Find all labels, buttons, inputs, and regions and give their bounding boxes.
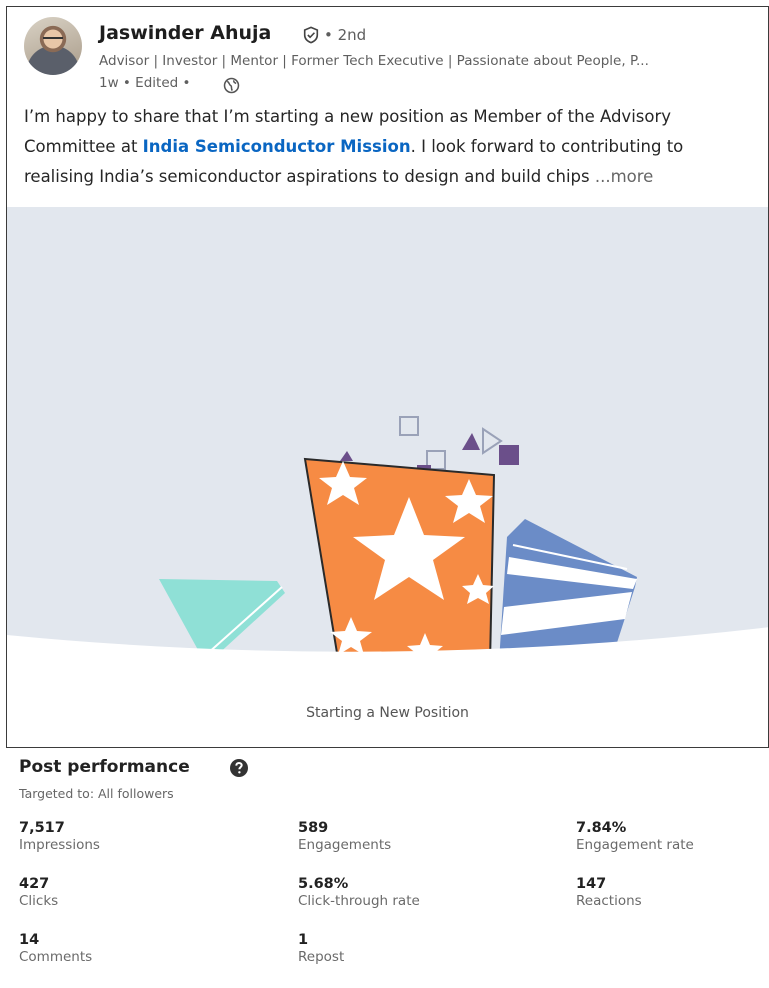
avatar[interactable] xyxy=(24,17,82,75)
metric-label: Click-through rate xyxy=(298,893,420,909)
metric-label: Engagements xyxy=(298,837,392,853)
metric-repost: 1 Repost xyxy=(298,932,538,965)
metric-value: 7,517 xyxy=(19,820,65,836)
help-circle-icon[interactable] xyxy=(229,758,249,778)
see-more-link[interactable]: ...more xyxy=(595,167,653,186)
metric-value: 427 xyxy=(19,876,50,892)
metric-value: 589 xyxy=(298,820,329,836)
metric-engagement-rate: 7.84% Engagement rate xyxy=(576,820,769,853)
globe-icon xyxy=(223,77,240,94)
post-performance-title: Post performance xyxy=(19,757,190,777)
metric-comments: 14 Comments xyxy=(19,932,259,965)
metric-label: Impressions xyxy=(19,837,100,853)
post-media-image[interactable] xyxy=(7,207,768,677)
metric-value: 5.68% xyxy=(298,876,349,892)
blue-striped-shape xyxy=(499,519,637,662)
media-caption: Starting a New Position xyxy=(306,705,469,721)
metric-value: 1 xyxy=(298,932,309,948)
org-link[interactable]: India Semiconductor Mission xyxy=(143,137,411,156)
targeted-audience: Targeted to: All followers xyxy=(19,786,174,801)
metric-label: Reactions xyxy=(576,893,642,909)
verified-shield-icon xyxy=(303,26,319,44)
metric-click-through-rate: 5.68% Click-through rate xyxy=(298,876,538,909)
metric-label: Comments xyxy=(19,949,93,965)
metric-reactions: 147 Reactions xyxy=(576,876,769,909)
author-row: Jaswinder Ahuja • 2nd Advisor | Investor… xyxy=(24,17,754,94)
post-text: I’m happy to share that I’m starting a n… xyxy=(24,102,752,192)
metric-value: 14 xyxy=(19,932,40,948)
post-meta: 1w • Edited • xyxy=(99,75,191,91)
metric-value: 7.84% xyxy=(576,820,627,836)
metric-clicks: 427 Clicks xyxy=(19,876,259,909)
author-headline: Advisor | Investor | Mentor | Former Tec… xyxy=(99,53,649,69)
author-name[interactable]: Jaswinder Ahuja xyxy=(99,22,271,44)
metric-value: 147 xyxy=(576,876,607,892)
metric-engagements: 589 Engagements xyxy=(298,820,538,853)
metric-label: Engagement rate xyxy=(576,837,694,853)
post-performance-panel: Post performance Targeted to: All follow… xyxy=(6,748,769,988)
connection-degree: • 2nd xyxy=(324,26,367,44)
metric-label: Clicks xyxy=(19,893,59,909)
metric-impressions: 7,517 Impressions xyxy=(19,820,259,853)
post-card: Jaswinder Ahuja • 2nd Advisor | Investor… xyxy=(6,6,769,748)
new-position-illustration xyxy=(7,416,768,677)
metric-label: Repost xyxy=(298,949,345,965)
teal-shape xyxy=(159,579,285,659)
